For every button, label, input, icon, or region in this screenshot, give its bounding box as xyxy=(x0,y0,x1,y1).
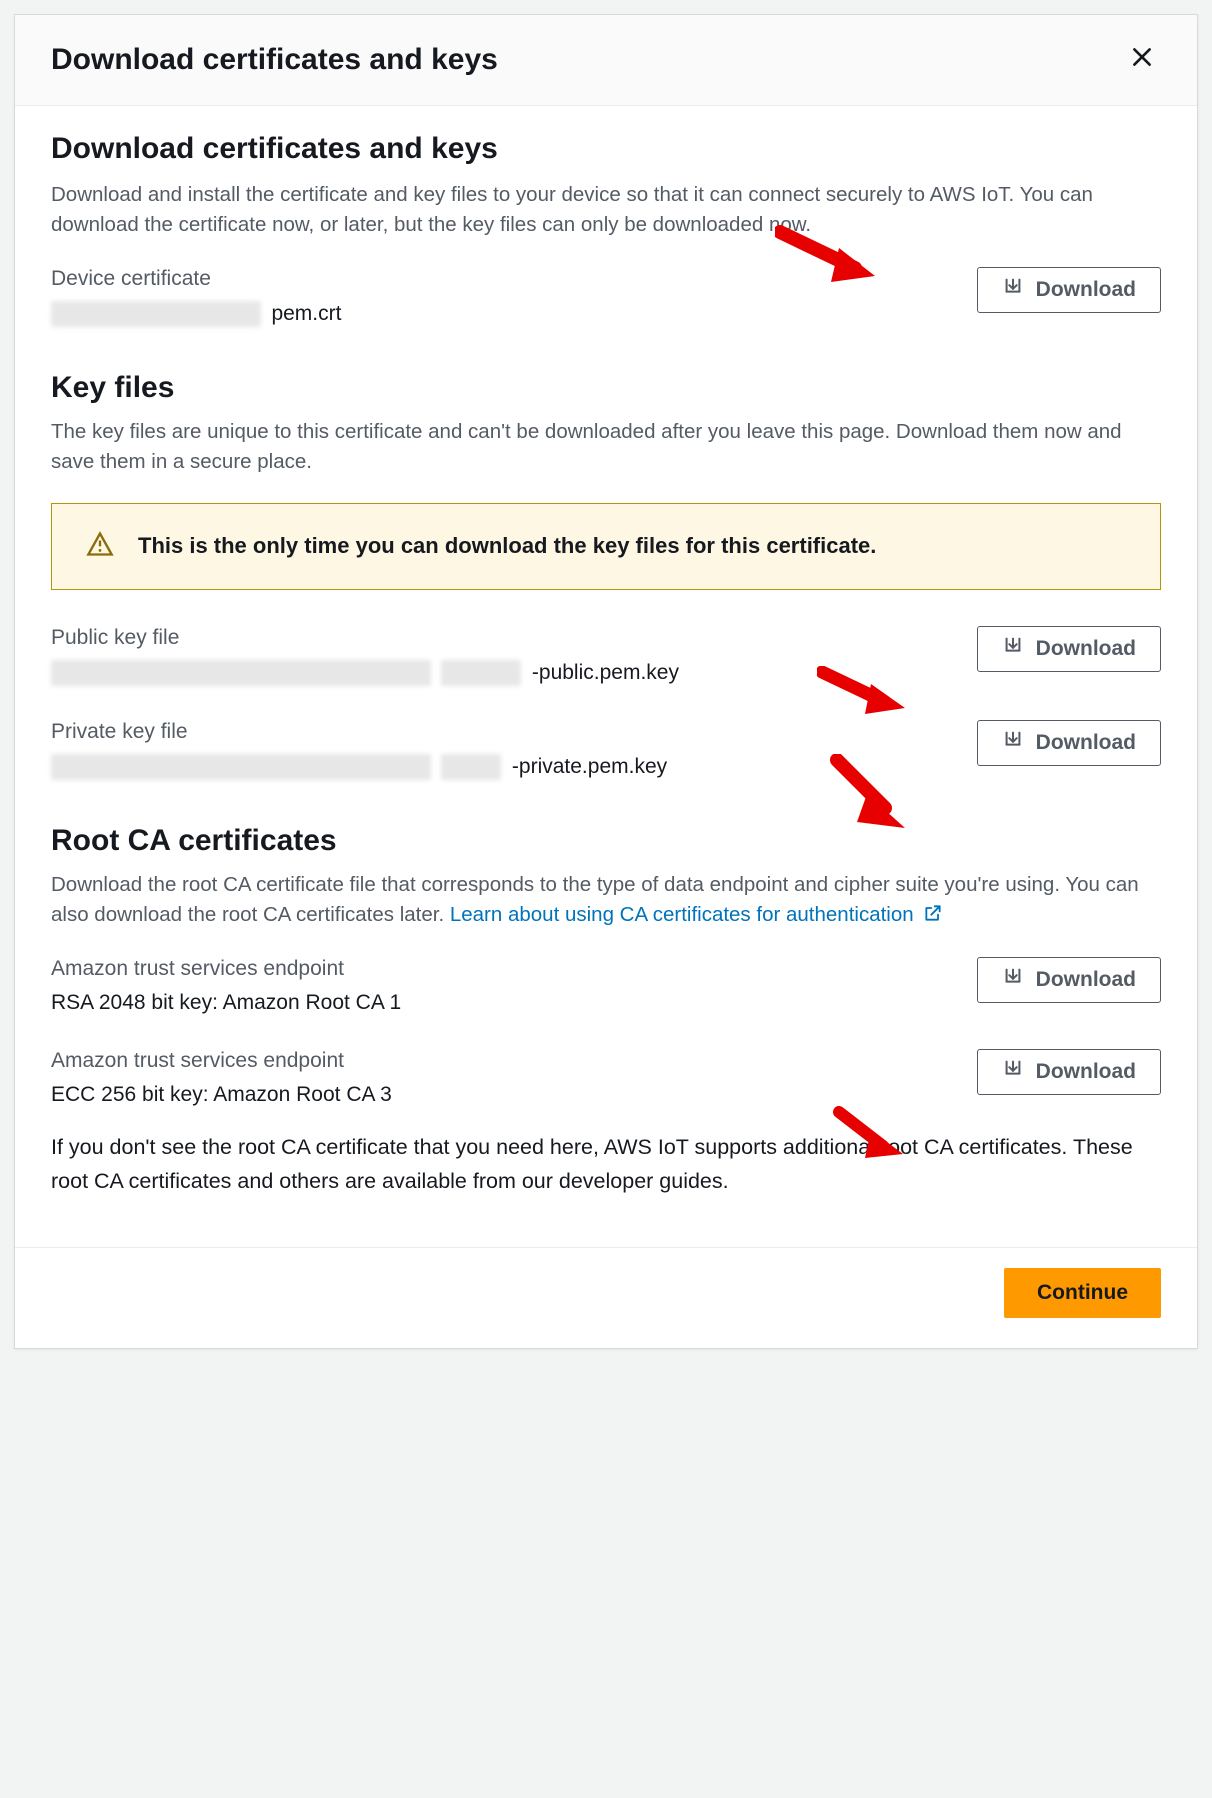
download-certs-modal: Download certificates and keys Download … xyxy=(14,14,1198,1349)
redacted-text xyxy=(441,754,501,780)
download-private-key-button[interactable]: Download xyxy=(977,720,1161,766)
download-public-key-button[interactable]: Download xyxy=(977,626,1161,672)
download-icon xyxy=(1002,966,1024,994)
root-ca-3-value: ECC 256 bit key: Amazon Root CA 3 xyxy=(51,1083,392,1107)
continue-button[interactable]: Continue xyxy=(1004,1268,1161,1318)
modal-header: Download certificates and keys xyxy=(15,15,1197,106)
root-ca-1-row: Amazon trust services endpoint RSA 2048 … xyxy=(51,957,1161,1015)
download-root-ca-1-button[interactable]: Download xyxy=(977,957,1161,1003)
warning-text: This is the only time you can download t… xyxy=(138,533,876,559)
download-btn-label: Download xyxy=(1036,1060,1136,1084)
download-btn-label: Download xyxy=(1036,278,1136,302)
download-root-ca-3-button[interactable]: Download xyxy=(977,1049,1161,1095)
root-ca-3-label: Amazon trust services endpoint xyxy=(51,1049,957,1073)
section-rootca-title: Root CA certificates xyxy=(51,824,1161,858)
device-certificate-row: Device certificate pem.crt Download xyxy=(51,267,1161,327)
download-btn-label: Download xyxy=(1036,968,1136,992)
device-cert-label: Device certificate xyxy=(51,267,957,291)
section-certs-title: Download certificates and keys xyxy=(51,132,1161,166)
modal-title: Download certificates and keys xyxy=(51,43,498,77)
device-cert-suffix: pem.crt xyxy=(271,302,341,326)
private-key-row: Private key file -private.pem.key Downlo… xyxy=(51,720,1161,780)
download-icon xyxy=(1002,635,1024,663)
close-icon xyxy=(1129,44,1155,77)
redacted-text xyxy=(51,660,431,686)
redacted-text xyxy=(51,754,431,780)
redacted-text xyxy=(441,660,521,686)
private-key-suffix: -private.pem.key xyxy=(512,755,667,779)
root-ca-1-value: RSA 2048 bit key: Amazon Root CA 1 xyxy=(51,991,401,1015)
warning-icon xyxy=(86,530,114,563)
public-key-row: Public key file -public.pem.key Download xyxy=(51,626,1161,686)
public-key-suffix: -public.pem.key xyxy=(532,661,679,685)
download-btn-label: Download xyxy=(1036,637,1136,661)
download-icon xyxy=(1002,276,1024,304)
download-icon xyxy=(1002,1058,1024,1086)
warning-alert: This is the only time you can download t… xyxy=(51,503,1161,590)
section-certs-desc: Download and install the certificate and… xyxy=(51,180,1161,239)
download-btn-label: Download xyxy=(1036,731,1136,755)
close-button[interactable] xyxy=(1123,43,1161,77)
learn-ca-link[interactable]: Learn about using CA certificates for au… xyxy=(450,903,944,926)
private-key-label: Private key file xyxy=(51,720,957,744)
download-icon xyxy=(1002,729,1024,757)
external-link-icon xyxy=(923,902,943,932)
section-keys-desc: The key files are unique to this certifi… xyxy=(51,417,1161,476)
root-ca-1-label: Amazon trust services endpoint xyxy=(51,957,957,981)
download-device-cert-button[interactable]: Download xyxy=(977,267,1161,313)
section-keys-title: Key files xyxy=(51,371,1161,405)
root-ca-3-row: Amazon trust services endpoint ECC 256 b… xyxy=(51,1049,1161,1107)
modal-body: Download certificates and keys Download … xyxy=(15,106,1197,1247)
section-rootca-desc: Download the root CA certificate file th… xyxy=(51,870,1161,931)
redacted-text xyxy=(51,301,261,327)
rootca-footnote: If you don't see the root CA certificate… xyxy=(51,1131,1161,1198)
public-key-label: Public key file xyxy=(51,626,957,650)
modal-footer: Continue xyxy=(15,1247,1197,1348)
